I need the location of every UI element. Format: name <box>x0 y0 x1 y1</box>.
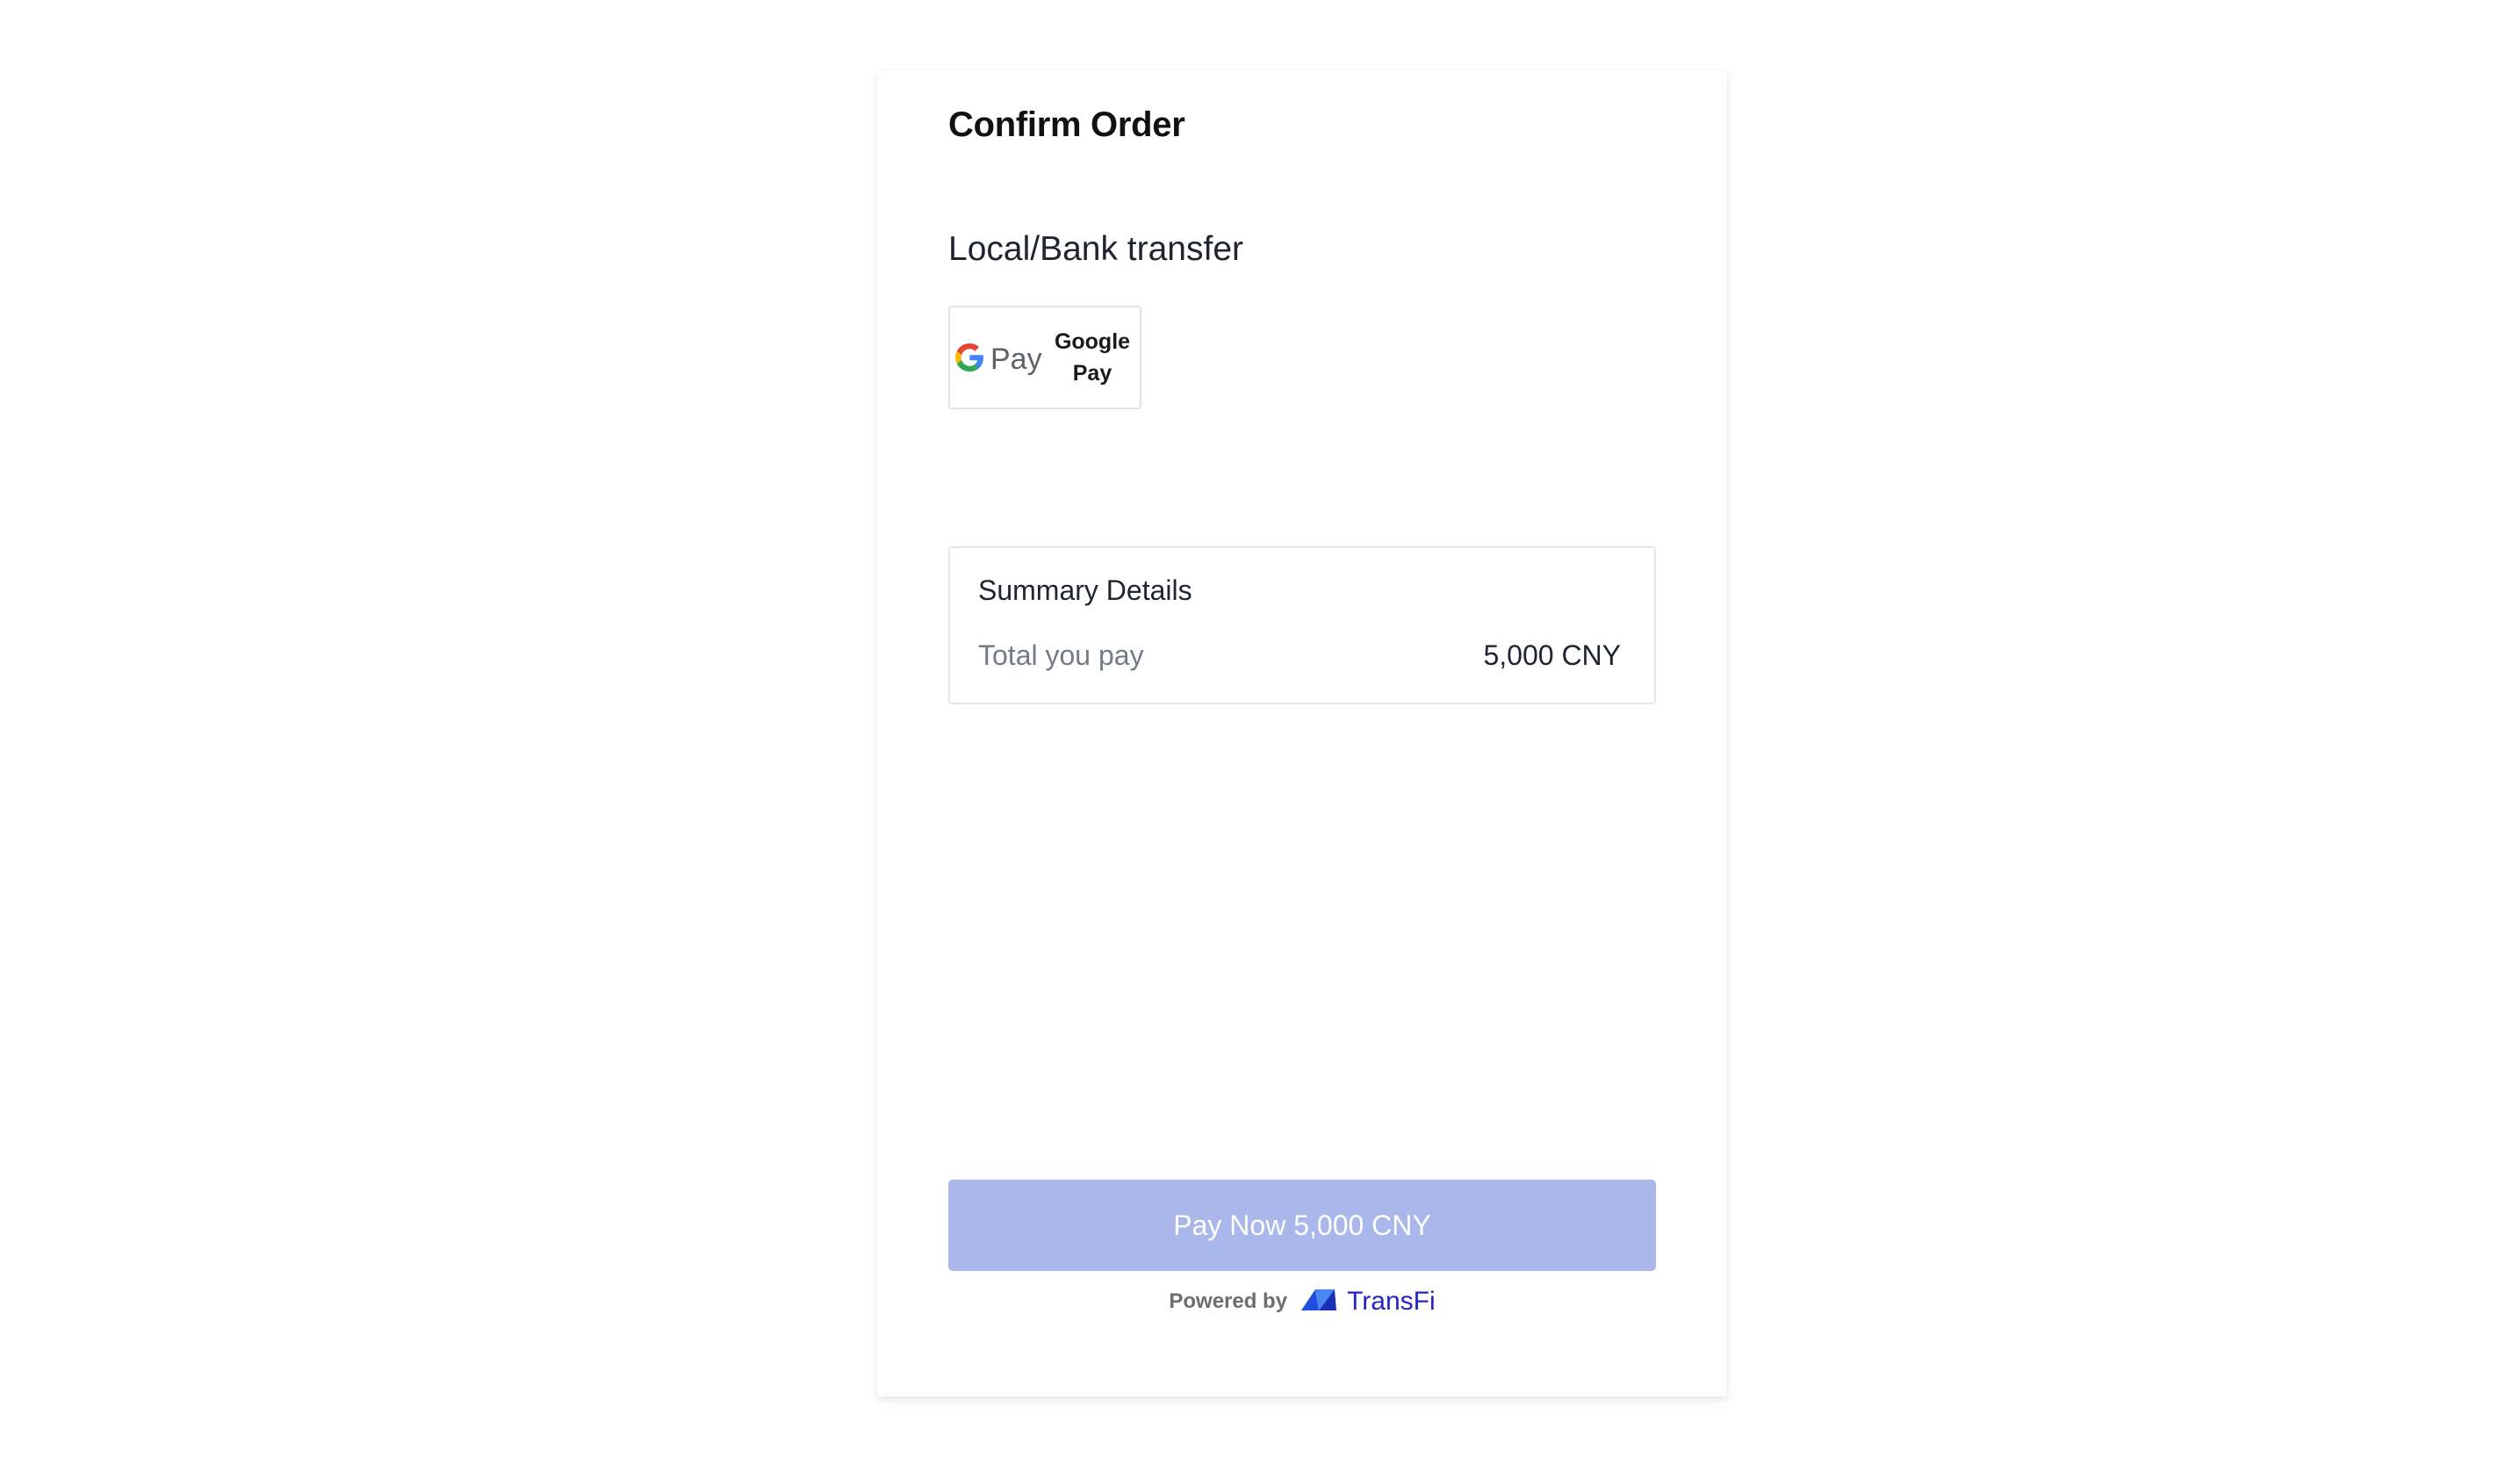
payment-method-google-pay[interactable]: Pay Google Pay <box>948 306 1141 409</box>
pay-now-button[interactable]: Pay Now 5,000 CNY <box>948 1180 1656 1271</box>
transfi-brand-link[interactable]: TransFi <box>1300 1286 1436 1317</box>
transfi-logo-icon <box>1300 1286 1338 1317</box>
google-pay-logo-text: Pay <box>990 343 1042 376</box>
payment-section-title: Local/Bank transfer <box>948 230 1244 268</box>
powered-by-text: Powered by <box>1169 1288 1288 1313</box>
payment-method-label: Google Pay <box>1054 329 1131 386</box>
confirm-order-card: Confirm Order Local/Bank transfer Pay Go… <box>877 70 1727 1397</box>
total-value: 5,000 CNY <box>1483 639 1621 671</box>
page-title: Confirm Order <box>948 105 1185 144</box>
total-label: Total you pay <box>978 639 1144 671</box>
powered-by-footer: Powered by TransFi <box>877 1286 1727 1317</box>
google-pay-icon: Pay <box>952 331 1050 384</box>
summary-title: Summary Details <box>978 574 1192 606</box>
summary-details-box: Summary Details Total you pay 5,000 CNY <box>948 546 1656 704</box>
brand-name: TransFi <box>1347 1286 1436 1316</box>
